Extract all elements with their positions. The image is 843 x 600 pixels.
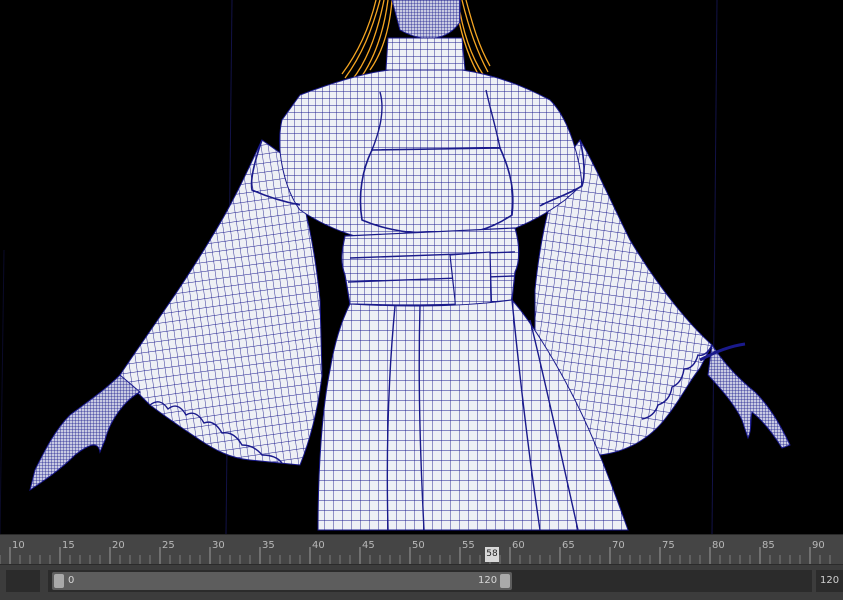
- right-hand-mesh: [707, 343, 791, 449]
- range-start-handle[interactable]: [54, 574, 64, 588]
- waist-band-mesh: [341, 227, 520, 306]
- tick-label: 60: [512, 540, 525, 551]
- tick-label: 75: [662, 540, 675, 551]
- range-end-handle[interactable]: [500, 574, 510, 588]
- wireframe-character-icon: [0, 0, 791, 534]
- tick-label: 30: [212, 540, 225, 551]
- time-slider[interactable]: 10 15 20 25 30 35 40 45 50 55 60 65 70 75 80 85 90: [0, 534, 843, 565]
- tick-label: 10: [12, 540, 25, 551]
- animation-start-field[interactable]: [6, 570, 40, 592]
- head-mesh: [391, 0, 461, 39]
- guide-line: [0, 249, 5, 534]
- tick-label: 50: [412, 540, 425, 551]
- tick-label: 80: [712, 540, 725, 551]
- tick-label: 45: [362, 540, 375, 551]
- maya-window: 10 15 20 25 30 35 40 45 50 55 60 65 70 75 80 85 90 58 0 …: [0, 0, 843, 600]
- tick-label: 40: [312, 540, 325, 551]
- playback-start-value[interactable]: 0: [68, 572, 74, 590]
- tick-label: 85: [762, 540, 775, 551]
- tick-label: 25: [162, 540, 175, 551]
- tick-label: 55: [462, 540, 475, 551]
- left-hand-mesh: [29, 374, 141, 492]
- tick-label: 35: [262, 540, 275, 551]
- guide-line: [711, 0, 718, 534]
- tick-label: 90: [812, 540, 825, 551]
- tick-label: 70: [612, 540, 625, 551]
- chest-panel-mesh: [359, 147, 514, 235]
- current-frame-indicator[interactable]: 58: [485, 547, 499, 562]
- animation-end-field[interactable]: 120: [816, 570, 843, 592]
- range-slider-handle-bar[interactable]: [52, 572, 512, 590]
- range-slider-bar: 0 120 120: [0, 564, 843, 600]
- playback-end-value[interactable]: 120: [478, 572, 497, 590]
- tick-label: 15: [62, 540, 75, 551]
- viewport-3d[interactable]: [0, 0, 843, 534]
- tick-label: 65: [562, 540, 575, 551]
- neck-mesh: [385, 37, 466, 71]
- tick-label: 20: [112, 540, 125, 551]
